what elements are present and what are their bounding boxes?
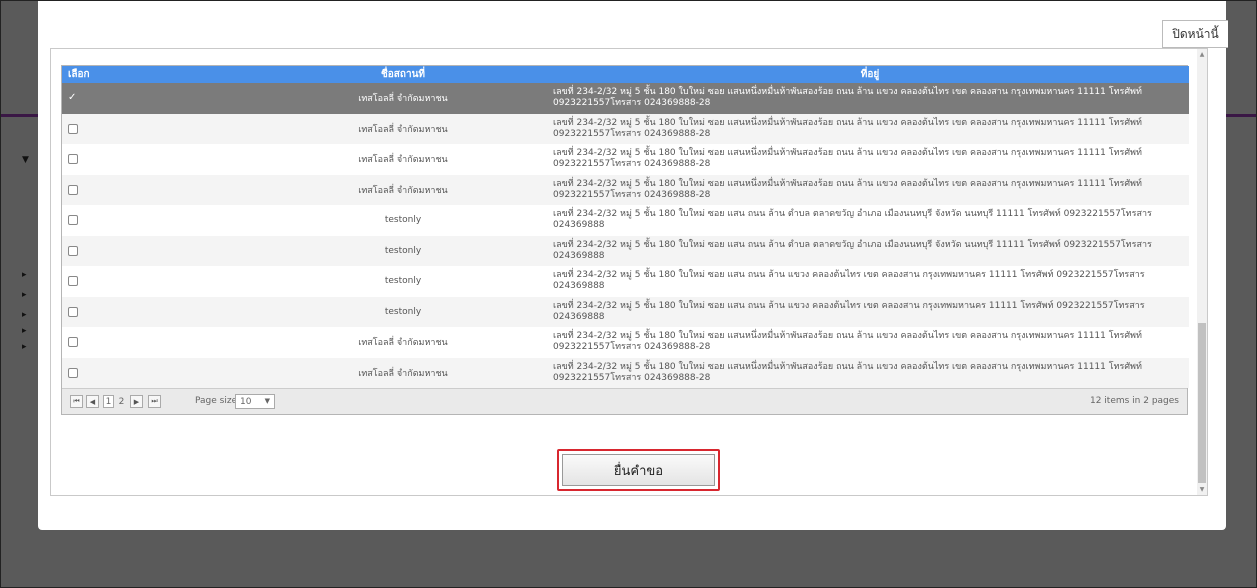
address-cell: เลขที่ 234-2/32 หมู่ 5 ชั้น 180 ใบใหม่ ซ… (551, 235, 1189, 266)
column-header-address[interactable]: ที่อยู่ (551, 66, 1189, 83)
row-checkbox[interactable] (68, 276, 78, 286)
location-name-cell: เทสโอลลี่ จำกัดมหาชน (255, 83, 551, 114)
row-checkbox[interactable] (68, 245, 78, 256)
select-cell (62, 266, 255, 297)
background-caret-icon: ▸ (22, 310, 27, 320)
scroll-up-icon[interactable]: ▲ (1198, 51, 1206, 58)
address-cell: เลขที่ 234-2/32 หมู่ 5 ชั้น 180 ใบใหม่ ซ… (551, 327, 1189, 358)
table-row[interactable]: testonly เลขที่ 234-2/32 หมู่ 5 ชั้น 180 … (62, 296, 1189, 327)
scroll-down-icon[interactable]: ▼ (1198, 486, 1206, 493)
table-row[interactable]: เทสโอลลี่ จำกัดมหาชน เลขที่ 234-2/32 หมู่… (62, 113, 1189, 144)
prev-page-icon[interactable]: ◀ (86, 395, 99, 408)
table-header-row: เลือก ชื่อสถานที่ ที่อยู่ (62, 66, 1189, 83)
address-cell: เลขที่ 234-2/32 หมู่ 5 ชั้น 180 ใบใหม่ ซ… (551, 266, 1189, 297)
table-row[interactable]: เทสโอลลี่ จำกัดมหาชน เลขที่ 234-2/32 หมู่… (62, 327, 1189, 358)
table-row[interactable]: เทสโอลลี่ จำกัดมหาชน เลขที่ 234-2/32 หมู่… (62, 144, 1189, 175)
select-cell (62, 174, 255, 205)
address-cell: เลขที่ 234-2/32 หมู่ 5 ชั้น 180 ใบใหม่ ซ… (551, 174, 1189, 205)
background-caret-icon: ▸ (22, 342, 27, 352)
location-grid: เลือก ชื่อสถานที่ ที่อยู่ ✓ เทสโอลลี่ จำก… (61, 65, 1189, 415)
row-checkbox[interactable] (68, 123, 78, 134)
location-name-cell: testonly (255, 296, 551, 327)
table-body: ✓ เทสโอลลี่ จำกัดมหาชน เลขที่ 234-2/32 หมู… (62, 83, 1189, 388)
select-cell (62, 235, 255, 266)
row-checkbox[interactable] (68, 215, 78, 225)
pager: ⏮ ◀ 1 2 ▶ ⏭ Page size: 10 ▼ 12 items in … (62, 388, 1187, 414)
chevron-down-icon: ▼ (264, 397, 270, 405)
location-name-cell: เทสโอลลี่ จำกัดมหาชน (255, 113, 551, 144)
location-name-cell: testonly (255, 266, 551, 297)
address-cell: เลขที่ 234-2/32 หมู่ 5 ชั้น 180 ใบใหม่ ซ… (551, 205, 1189, 236)
background-caret-icon: ▸ (22, 326, 27, 336)
select-cell (62, 113, 255, 144)
row-checkbox[interactable] (68, 306, 78, 317)
column-header-select[interactable]: เลือก (62, 66, 255, 83)
table-row[interactable]: testonly เลขที่ 234-2/32 หมู่ 5 ชั้น 180 … (62, 235, 1189, 266)
row-checkbox[interactable] (68, 367, 78, 378)
row-checkbox[interactable]: ✓ (68, 93, 78, 103)
submit-request-label: ยื่นคำขอ (562, 454, 715, 486)
row-checkbox[interactable] (68, 337, 78, 347)
select-cell (62, 296, 255, 327)
location-name-cell: เทสโอลลี่ จำกัดมหาชน (255, 327, 551, 358)
submit-request-button[interactable]: ยื่นคำขอ (557, 449, 720, 491)
page-size-value: 10 (240, 396, 252, 407)
location-name-cell: testonly (255, 235, 551, 266)
modal-content-panel: เลือก ชื่อสถานที่ ที่อยู่ ✓ เทสโอลลี่ จำก… (50, 48, 1208, 496)
page-number[interactable]: 2 (116, 395, 127, 408)
location-name-cell: เทสโอลลี่ จำกัดมหาชน (255, 174, 551, 205)
table-row[interactable]: testonly เลขที่ 234-2/32 หมู่ 5 ชั้น 180 … (62, 205, 1189, 236)
location-name-cell: testonly (255, 205, 551, 236)
next-page-icon[interactable]: ▶ (130, 395, 143, 408)
table-row[interactable]: เทสโอลลี่ จำกัดมหาชน เลขที่ 234-2/32 หมู่… (62, 357, 1189, 388)
row-checkbox[interactable] (68, 154, 78, 164)
address-cell: เลขที่ 234-2/32 หมู่ 5 ชั้น 180 ใบใหม่ ซ… (551, 296, 1189, 327)
last-page-icon[interactable]: ⏭ (148, 395, 161, 408)
address-cell: เลขที่ 234-2/32 หมู่ 5 ชั้น 180 ใบใหม่ ซ… (551, 83, 1189, 114)
first-page-icon[interactable]: ⏮ (70, 395, 83, 408)
modal-dialog: ปิดหน้านี้ เลือก ชื่อสถานที่ ที่อยู่ ✓ เ… (38, 0, 1228, 530)
table-row[interactable]: เทสโอลลี่ จำกัดมหาชน เลขที่ 234-2/32 หมู่… (62, 174, 1189, 205)
location-table: เลือก ชื่อสถานที่ ที่อยู่ ✓ เทสโอลลี่ จำก… (62, 66, 1189, 388)
close-page-button[interactable]: ปิดหน้านี้ (1162, 20, 1228, 48)
row-checkbox[interactable] (68, 184, 78, 195)
location-name-cell: เทสโอลลี่ จำกัดมหาชน (255, 357, 551, 388)
table-row[interactable]: ✓ เทสโอลลี่ จำกัดมหาชน เลขที่ 234-2/32 หมู… (62, 83, 1189, 114)
address-cell: เลขที่ 234-2/32 หมู่ 5 ชั้น 180 ใบใหม่ ซ… (551, 144, 1189, 175)
address-cell: เลขที่ 234-2/32 หมู่ 5 ชั้น 180 ใบใหม่ ซ… (551, 357, 1189, 388)
select-cell (62, 327, 255, 358)
column-header-name[interactable]: ชื่อสถานที่ (255, 66, 551, 83)
table-row[interactable]: testonly เลขที่ 234-2/32 หมู่ 5 ชั้น 180 … (62, 266, 1189, 297)
select-cell (62, 144, 255, 175)
page-number-current[interactable]: 1 (103, 395, 114, 408)
scrollbar-thumb[interactable] (1198, 323, 1206, 483)
select-cell (62, 357, 255, 388)
location-name-cell: เทสโอลลี่ จำกัดมหาชน (255, 144, 551, 175)
page-size-select[interactable]: 10 ▼ (235, 394, 275, 409)
select-cell: ✓ (62, 83, 255, 114)
background-caret-icon: ▼ (22, 155, 29, 165)
address-cell: เลขที่ 234-2/32 หมู่ 5 ชั้น 180 ใบใหม่ ซ… (551, 113, 1189, 144)
background-caret-icon: ▸ (22, 270, 27, 280)
vertical-scrollbar[interactable]: ▲ ▼ (1197, 49, 1207, 495)
select-cell (62, 205, 255, 236)
page-size-label: Page size: (195, 396, 241, 406)
scroll-area: เลือก ชื่อสถานที่ ที่อยู่ ✓ เทสโอลลี่ จำก… (51, 49, 1198, 495)
pager-summary: 12 items in 2 pages (1089, 396, 1179, 406)
background-caret-icon: ▸ (22, 290, 27, 300)
